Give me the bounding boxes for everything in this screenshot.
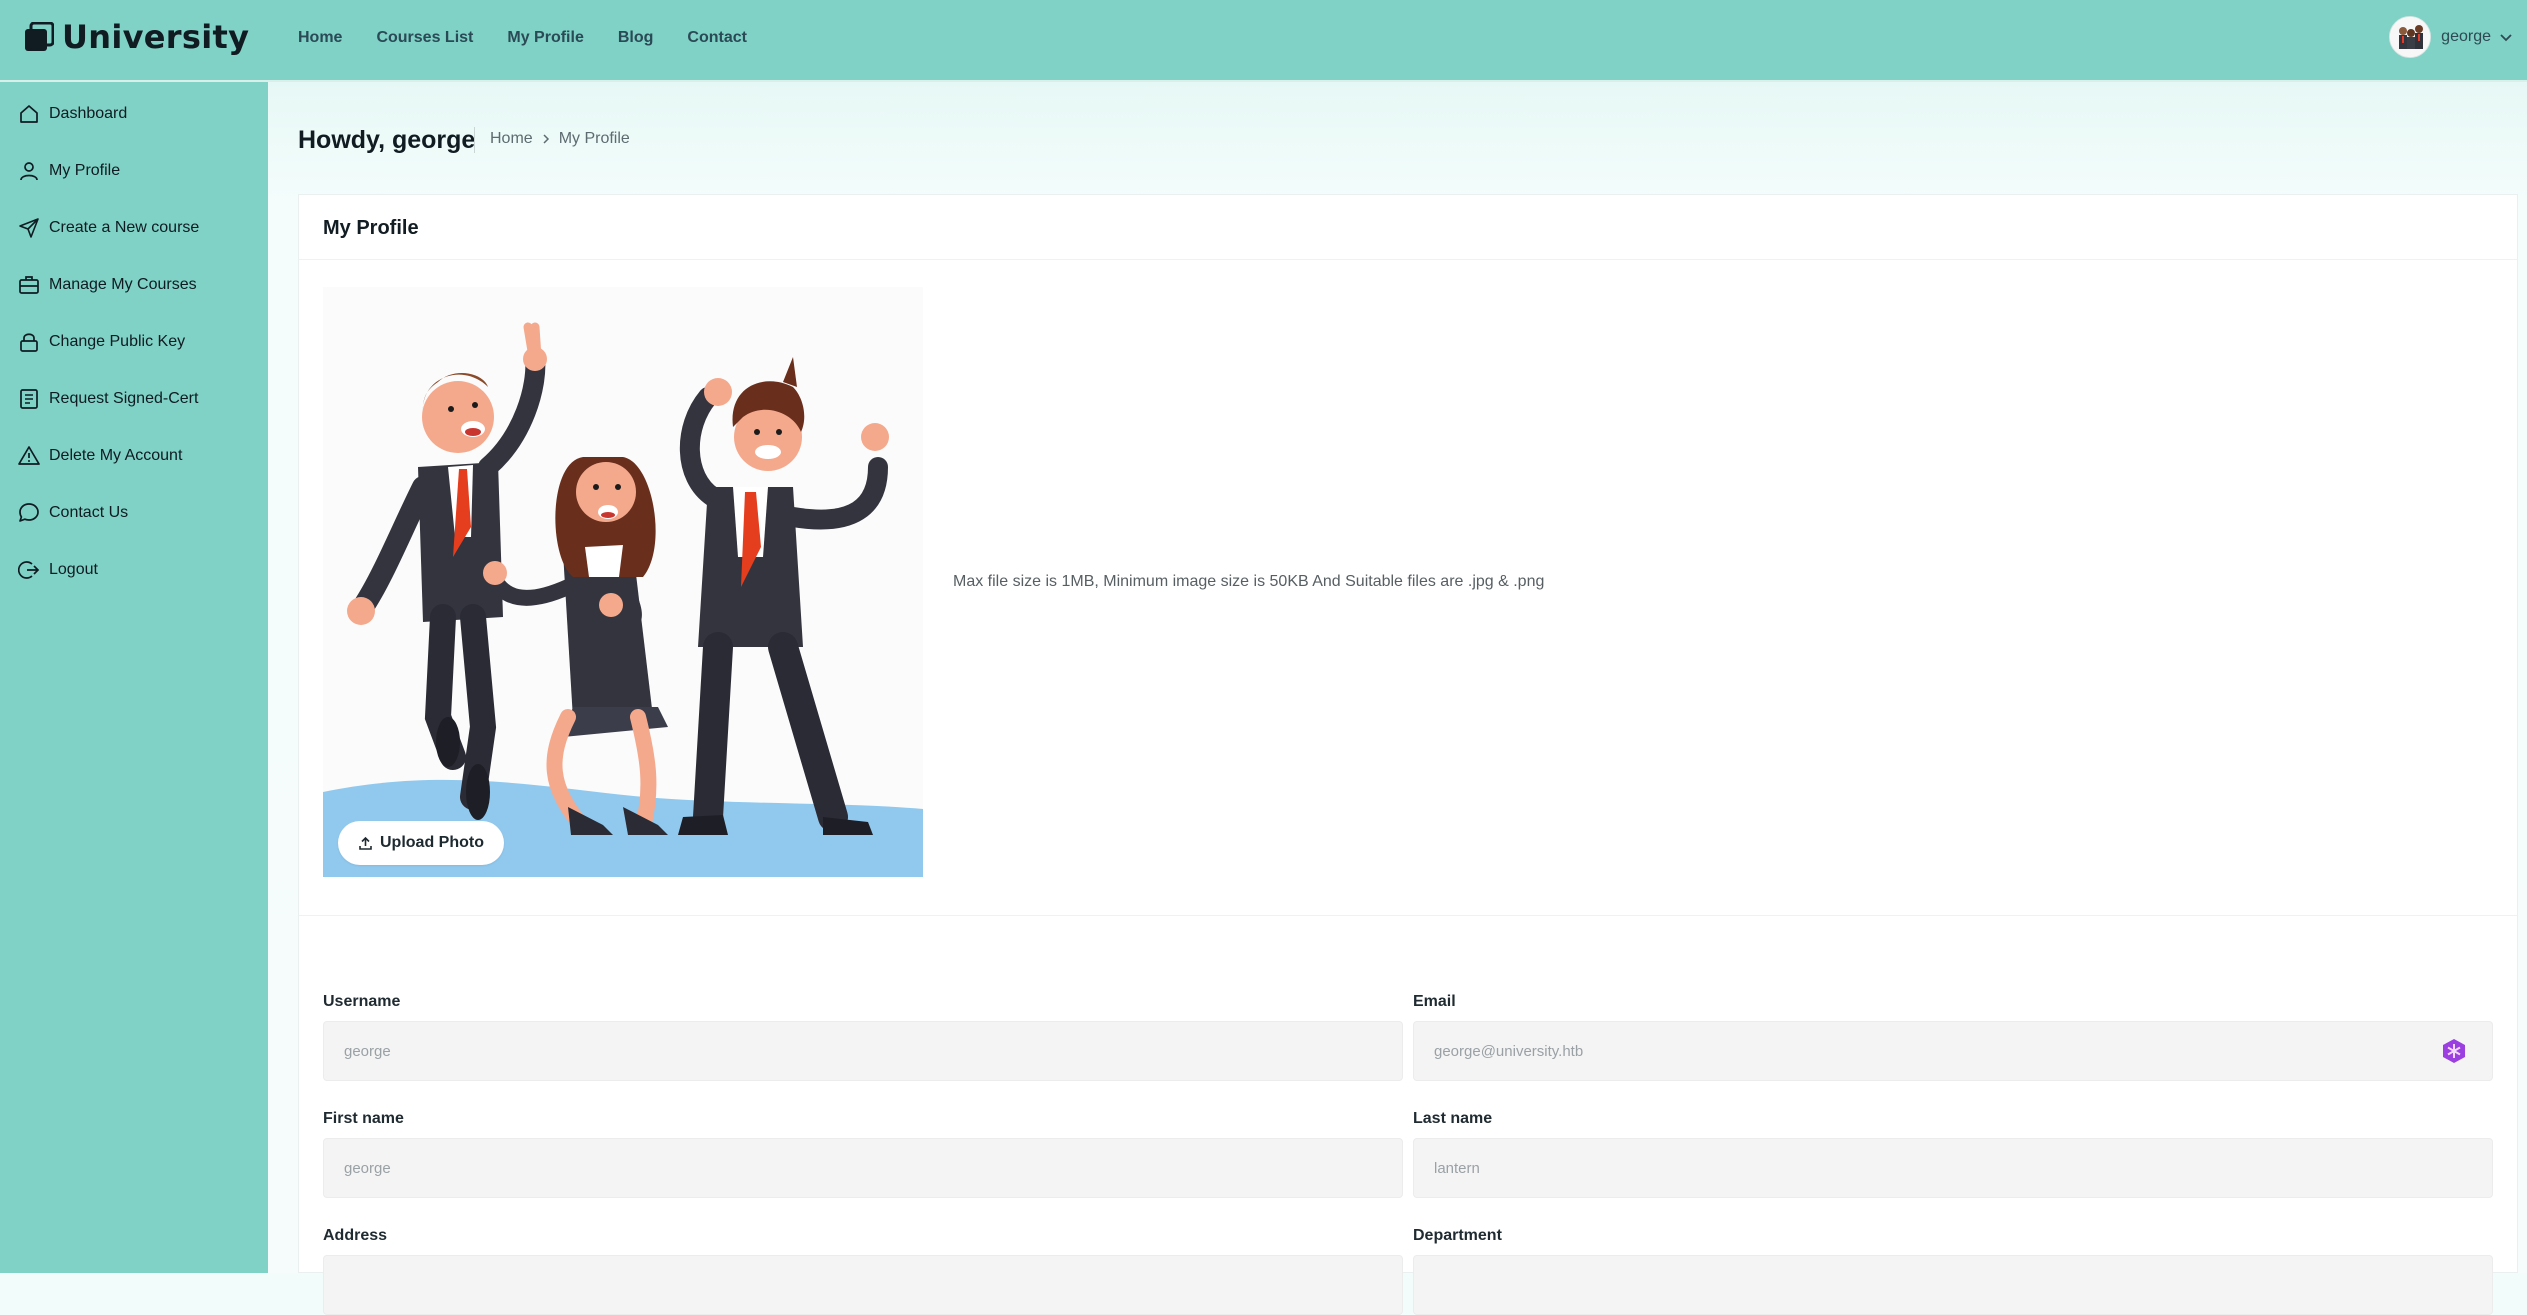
sidebar-item-label: Change Public Key <box>49 333 186 350</box>
sidebar-item-label: Contact Us <box>49 504 129 521</box>
divider <box>299 915 2517 916</box>
upload-icon <box>359 836 372 850</box>
document-icon <box>20 389 38 409</box>
file-size-note: Max file size is 1MB, Minimum image size… <box>953 573 1545 590</box>
nav-link-blog[interactable]: Blog <box>618 26 654 50</box>
address-input[interactable] <box>323 1255 1403 1315</box>
chat-icon <box>19 503 39 522</box>
upload-photo-label: Upload Photo <box>380 834 484 851</box>
department-label: Department <box>1413 1227 1502 1244</box>
sidebar-item-label: Delete My Account <box>49 447 183 464</box>
sidebar-item-my-profile[interactable]: My Profile <box>0 149 268 193</box>
last-name-label: Last name <box>1413 1110 1493 1127</box>
nav-link-home[interactable]: Home <box>298 26 342 50</box>
logout-icon <box>18 561 40 579</box>
logo-icon <box>25 22 54 51</box>
sidebar-item-label: My Profile <box>49 162 121 179</box>
sidebar-item-contact-us[interactable]: Contact Us <box>0 491 268 535</box>
first-name-input[interactable] <box>323 1138 1403 1198</box>
briefcase-icon <box>19 276 39 294</box>
sidebar: Dashboard My Profile Create a New course… <box>0 82 269 1273</box>
sidebar-item-label: Manage My Courses <box>49 276 197 293</box>
sidebar-item-dashboard[interactable]: Dashboard <box>0 92 268 136</box>
breadcrumb-divider <box>474 127 475 153</box>
nav-link-courses-list[interactable]: Courses List <box>376 26 473 50</box>
username-label: Username <box>323 993 401 1010</box>
last-name-input[interactable] <box>1413 1138 2493 1198</box>
top-header: University Home Courses List My Profile … <box>0 0 2527 82</box>
sidebar-item-delete-account[interactable]: Delete My Account <box>0 434 268 478</box>
sidebar-item-label: Request Signed-Cert <box>49 390 199 407</box>
avatar[interactable] <box>2389 16 2432 58</box>
user-icon <box>20 162 38 181</box>
email-label: Email <box>1413 993 1456 1010</box>
sidebar-item-logout[interactable]: Logout <box>0 548 268 592</box>
email-input[interactable] <box>1413 1021 2493 1081</box>
sidebar-item-manage-courses[interactable]: Manage My Courses <box>0 263 268 307</box>
card-title: My Profile <box>323 217 419 239</box>
first-name-label: First name <box>323 1110 404 1127</box>
send-icon <box>19 218 39 238</box>
user-menu[interactable]: george <box>2389 16 2513 58</box>
user-name: george <box>2441 28 2491 45</box>
sidebar-item-label: Logout <box>49 561 98 578</box>
warning-icon <box>18 446 40 465</box>
avatar-image <box>2390 17 2431 57</box>
username-input[interactable] <box>323 1021 1403 1081</box>
page-title: Howdy, george <box>298 126 476 154</box>
sidebar-item-request-signed-cert[interactable]: Request Signed-Cert <box>0 377 268 421</box>
chevron-down-icon[interactable] <box>2499 30 2513 44</box>
upload-photo-button[interactable]: Upload Photo <box>338 821 504 865</box>
site-logo[interactable]: University <box>24 18 249 56</box>
breadcrumb-home[interactable]: Home <box>490 130 533 148</box>
profile-illustration <box>323 287 923 877</box>
logo-text: University <box>62 18 250 56</box>
sidebar-item-label: Dashboard <box>49 105 128 122</box>
top-nav: Home Courses List My Profile Blog Contac… <box>298 26 781 50</box>
nav-link-contact[interactable]: Contact <box>687 26 747 50</box>
sidebar-item-label: Create a New course <box>49 219 200 236</box>
breadcrumb-current: My Profile <box>558 130 630 147</box>
password-manager-icon[interactable] <box>2441 1038 2467 1064</box>
profile-card: My Profile Upload Photo Max file size is… <box>298 194 2518 1315</box>
home-icon <box>20 105 38 123</box>
profile-photo: Upload Photo <box>323 287 923 877</box>
lock-icon <box>20 333 38 352</box>
sidebar-item-change-public-key[interactable]: Change Public Key <box>0 320 268 364</box>
sidebar-item-create-course[interactable]: Create a New course <box>0 206 268 250</box>
nav-link-my-profile[interactable]: My Profile <box>507 26 583 50</box>
chevron-right-icon <box>543 134 549 144</box>
breadcrumb: Home My Profile <box>490 130 630 148</box>
address-label: Address <box>323 1227 388 1244</box>
department-input[interactable] <box>1413 1255 2493 1315</box>
divider <box>299 259 2517 260</box>
